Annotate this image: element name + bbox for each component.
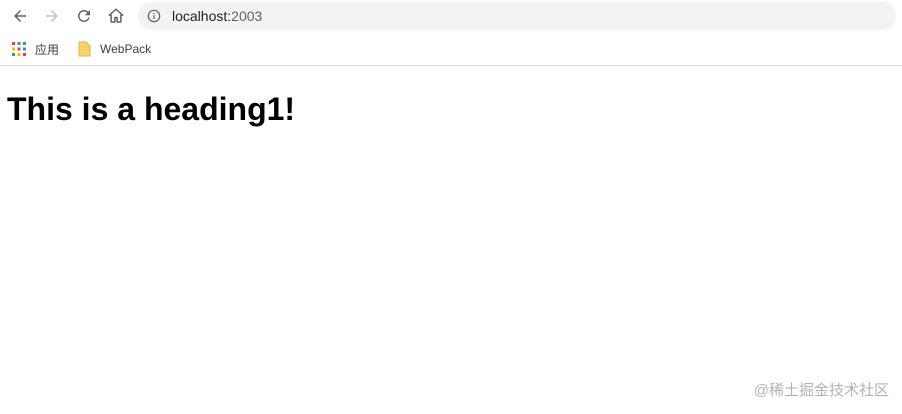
bookmark-webpack-label: WebPack xyxy=(100,42,152,56)
bookmarks-bar: 应用 WebPack xyxy=(0,33,902,66)
bookmark-webpack[interactable]: WebPack xyxy=(78,39,151,59)
page-heading: This is a heading1! xyxy=(7,91,296,127)
browser-window: localhost:2003 应用 WebPack This is a head… xyxy=(0,0,902,414)
arrow-right-icon xyxy=(46,10,58,22)
arrow-left-icon xyxy=(14,10,26,22)
page-content: This is a heading1! xyxy=(0,66,902,414)
url-text[interactable]: localhost:2003 xyxy=(172,8,262,24)
back-button[interactable] xyxy=(8,4,32,28)
bookmark-apps[interactable]: 应用 xyxy=(12,39,59,59)
browser-toolbar: localhost:2003 xyxy=(0,0,902,33)
url-host: localhost: xyxy=(172,8,232,24)
reload-button[interactable] xyxy=(72,4,96,28)
url-port: 2003 xyxy=(231,8,263,24)
apps-grid-icon xyxy=(12,42,26,56)
bookmark-apps-label: 应用 xyxy=(35,42,60,57)
home-button[interactable] xyxy=(104,4,128,28)
home-icon xyxy=(108,8,124,23)
forward-button[interactable] xyxy=(40,4,64,28)
watermark: @稀土掘金技术社区 xyxy=(753,382,889,399)
address-bar[interactable]: localhost:2003 xyxy=(138,2,896,30)
folder-icon xyxy=(78,41,91,57)
reload-icon xyxy=(77,9,90,22)
info-icon[interactable] xyxy=(147,9,161,23)
